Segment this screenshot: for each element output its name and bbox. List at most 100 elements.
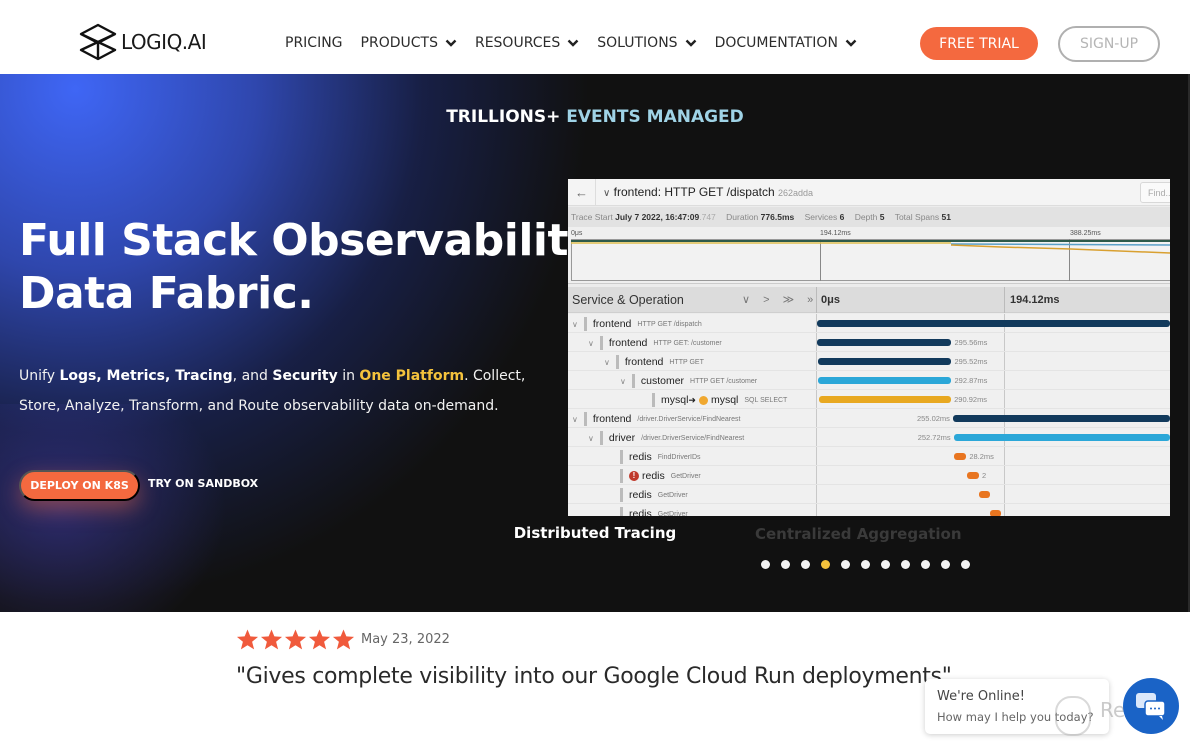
- deploy-k8s-button[interactable]: DEPLOY ON K8S: [19, 470, 140, 501]
- chevron-down-icon: ∨: [603, 188, 611, 199]
- carousel-dot[interactable]: [901, 560, 910, 569]
- span-duration: 295.56ms: [954, 338, 988, 347]
- trace-minimap[interactable]: 0μs 194.12ms 388.25ms: [568, 227, 1170, 284]
- span-bar[interactable]: [952, 415, 1170, 422]
- expand-toggle-icon[interactable]: ∨: [572, 415, 578, 424]
- sub-logs: Logs: [59, 368, 97, 384]
- span-row[interactable]: ∨ frontend HTTP GET 295.52ms: [568, 352, 1170, 371]
- span-row[interactable]: ∨ driver/driver.DriverService/FindNearest…: [568, 428, 1170, 447]
- span-bar[interactable]: [817, 320, 1170, 327]
- span-bar[interactable]: [817, 339, 952, 346]
- star-icon: [332, 629, 355, 650]
- hero-gradient-glow-secondary: [0, 404, 240, 612]
- nav-item-pricing[interactable]: PRICING: [285, 35, 343, 51]
- span-row[interactable]: redis GetDriver: [568, 485, 1170, 504]
- nav-item-label: PRODUCTS: [360, 35, 438, 51]
- span-label: ∨ frontend HTTP GET /dispatch: [572, 317, 702, 331]
- span-row[interactable]: ∨ frontend HTTP GET /dispatch: [568, 314, 1170, 333]
- nav-item-resources[interactable]: RESOURCES: [475, 35, 579, 51]
- trace-id: 262adda: [777, 188, 814, 198]
- meta-label: Duration: [726, 212, 759, 222]
- collapse-expand-controls[interactable]: ∨ > ≫ »: [742, 293, 818, 306]
- span-row[interactable]: ∨ frontend HTTP GET: /customer 295.56ms: [568, 333, 1170, 352]
- sub-text: Unify: [19, 368, 60, 384]
- sub-tracing: Tracing: [175, 368, 233, 384]
- hero-subtitle: Unify Logs, Metrics, Tracing, and Securi…: [19, 361, 539, 421]
- span-label: ∨ frontend HTTP GET: [604, 355, 704, 369]
- carousel-dot[interactable]: [841, 560, 850, 569]
- span-duration: 290.92ms: [954, 395, 988, 404]
- chat-open-button[interactable]: [1123, 678, 1179, 734]
- logo-cube-icon: [79, 23, 117, 61]
- carousel-dot[interactable]: [761, 560, 770, 569]
- try-sandbox-link[interactable]: TRY ON SANDBOX: [148, 477, 258, 490]
- depth-marker: [599, 431, 603, 445]
- star-icon: [260, 629, 283, 650]
- span-service: customer: [640, 375, 685, 387]
- span-bar[interactable]: [953, 453, 967, 460]
- span-bar[interactable]: [979, 491, 990, 498]
- carousel-dot[interactable]: [921, 560, 930, 569]
- span-bar[interactable]: [989, 510, 1001, 516]
- carousel-dot[interactable]: [821, 560, 830, 569]
- carousel-dot[interactable]: [781, 560, 790, 569]
- span-operation: /driver.DriverService/FindNearest: [637, 415, 741, 423]
- minimap-spans-graphic: [571, 240, 1170, 254]
- span-operation: /driver.DriverService/FindNearest: [641, 434, 745, 442]
- span-row[interactable]: ! redis GetDriver 2: [568, 466, 1170, 485]
- span-row[interactable]: redis GetDriver: [568, 504, 1170, 516]
- span-label: ∨ driver/driver.DriverService/FindNearest: [588, 431, 744, 445]
- carousel-dot[interactable]: [881, 560, 890, 569]
- expand-toggle-icon[interactable]: ∨: [588, 339, 594, 348]
- span-bar[interactable]: [966, 472, 980, 479]
- span-label: ! redis GetDriver: [620, 469, 701, 483]
- carousel-dot[interactable]: [801, 560, 810, 569]
- hero-title-line-2: Data Fabric.: [19, 268, 314, 319]
- chevron-down-icon: [445, 39, 457, 47]
- span-bar[interactable]: [953, 434, 1170, 441]
- span-service: driver: [608, 432, 636, 444]
- nav-item-documentation[interactable]: DOCUMENTATION: [715, 35, 857, 51]
- span-operation: GetDriver: [657, 510, 688, 517]
- expand-toggle-icon[interactable]: ∨: [604, 358, 610, 367]
- span-service: redis: [629, 451, 652, 463]
- span-bar[interactable]: [818, 377, 952, 384]
- carousel-dot[interactable]: [861, 560, 870, 569]
- back-arrow-icon[interactable]: ←: [568, 179, 596, 206]
- duration-value: 776.5ms: [760, 212, 795, 222]
- span-label: mysql ➜ mysql SQL SELECT: [652, 393, 787, 407]
- nav-item-solutions[interactable]: SOLUTIONS: [597, 35, 696, 51]
- span-operation: SQL SELECT: [744, 396, 788, 404]
- depth-marker: [620, 469, 623, 483]
- nav-item-label: DOCUMENTATION: [714, 35, 838, 51]
- find-input[interactable]: Find...: [1140, 182, 1170, 203]
- span-label: ∨ frontend/driver.DriverService/FindNeare…: [572, 412, 740, 426]
- carousel-dot[interactable]: [961, 560, 970, 569]
- span-row[interactable]: ∨ frontend/driver.DriverService/FindNeare…: [568, 409, 1170, 428]
- signup-button[interactable]: SIGN-UP: [1058, 26, 1160, 62]
- column-divider[interactable]: [816, 287, 817, 313]
- timeline-gridline: [1004, 287, 1005, 313]
- meta-label: Total Spans: [894, 212, 940, 222]
- nav-item-products[interactable]: PRODUCTS: [361, 35, 457, 51]
- span-row[interactable]: redis FindDriverIDs 28.2ms: [568, 447, 1170, 466]
- span-row[interactable]: mysql ➜ mysql SQL SELECT 290.92ms: [568, 390, 1170, 409]
- free-trial-button[interactable]: FREE TRIAL: [920, 27, 1038, 60]
- span-bar[interactable]: [817, 358, 952, 365]
- chat-online-text: We're Online!: [937, 689, 1025, 704]
- star-icon: [284, 629, 307, 650]
- hero-section: TRILLIONS+ EVENTS MANAGED Full Stack Obs…: [0, 74, 1190, 612]
- carousel-dot[interactable]: [941, 560, 950, 569]
- carousel-caption: Distributed Tracing: [513, 524, 677, 542]
- span-duration: 295.52ms: [954, 357, 988, 366]
- logo[interactable]: LOGIQ.AI: [78, 23, 207, 61]
- carousel-dots: [761, 560, 970, 569]
- span-bar[interactable]: [819, 396, 952, 403]
- trace-view-screenshot: ← ∨ frontend: HTTP GET /dispatch 262adda…: [568, 179, 1170, 516]
- expand-toggle-icon[interactable]: ∨: [572, 320, 578, 329]
- expand-toggle-icon[interactable]: ∨: [588, 434, 594, 443]
- depth-marker: [620, 488, 623, 502]
- span-row[interactable]: ∨ customer HTTP GET /customer 292.87ms: [568, 371, 1170, 390]
- chevron-down-icon: [845, 39, 857, 47]
- expand-toggle-icon[interactable]: ∨: [620, 377, 626, 386]
